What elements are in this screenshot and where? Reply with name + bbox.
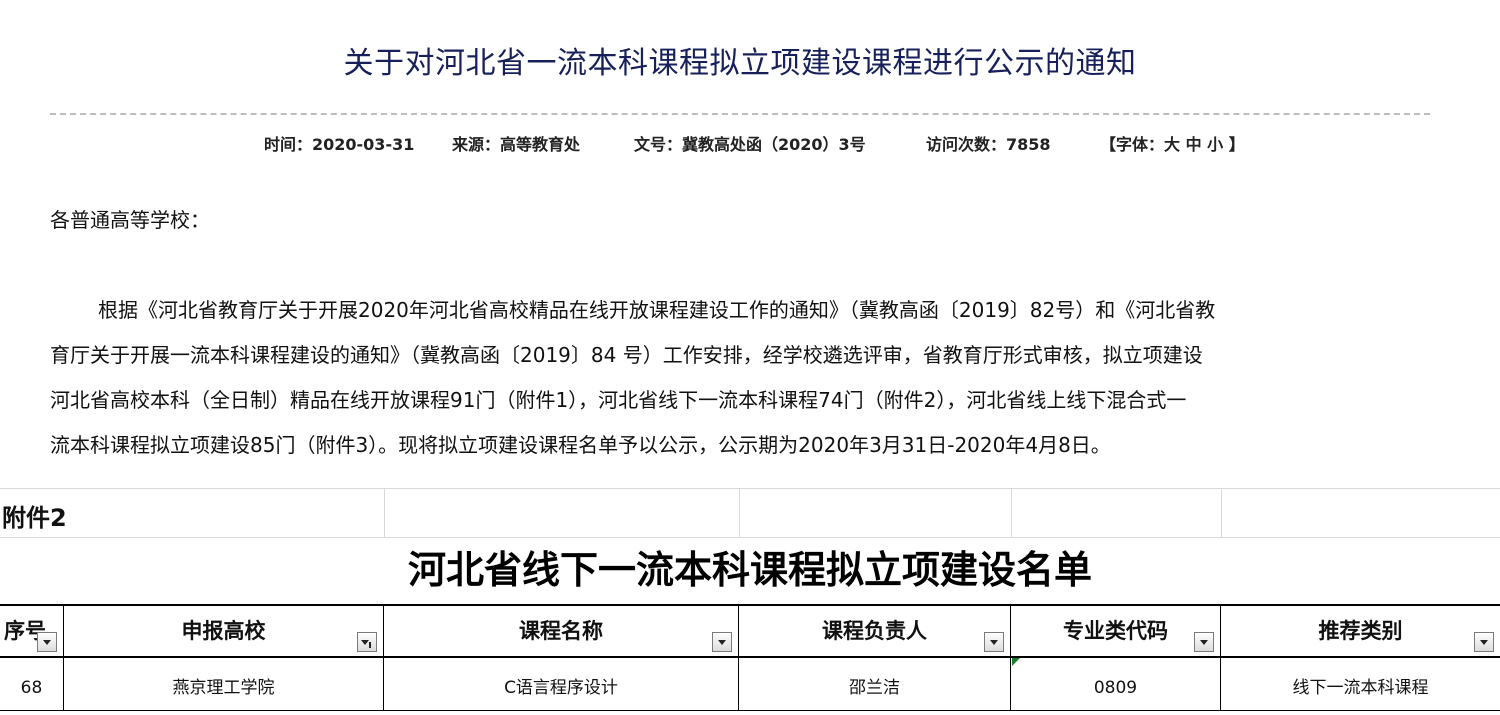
- header-label: 专业类代码: [1063, 619, 1168, 643]
- font-size-switcher[interactable]: 【字体：大 中 小 】: [1100, 131, 1245, 155]
- body-line: 育厅关于开展一流本科课程建设的通知》（冀教高函〔2019〕84 号）工作安排，经…: [50, 343, 1203, 367]
- notice-page: 关于对河北省一流本科课程拟立项建设课程进行公示的通知 时间：2020-03-31…: [0, 0, 1500, 490]
- course-table: 序号 申报高校 课程名称 课程负责人 专业类代码 推荐类别 68 燕京理工学院 …: [0, 604, 1500, 711]
- header-label: 课程负责人: [822, 619, 927, 643]
- gridline: [739, 489, 740, 537]
- cell-course[interactable]: C语言程序设计: [384, 658, 739, 710]
- table-row[interactable]: 68 燕京理工学院 C语言程序设计 邵兰洁 0809 线下一流本科课程: [0, 658, 1500, 711]
- attachment-row: 附件2: [0, 488, 1500, 538]
- title-divider: [50, 113, 1430, 115]
- header-cell-course: 课程名称: [384, 606, 739, 656]
- cell-category[interactable]: 线下一流本科课程: [1221, 658, 1500, 710]
- header-cell-leader: 课程负责人: [739, 606, 1011, 656]
- cell-comment-marker: [1012, 658, 1020, 666]
- spreadsheet: 附件2 河北省线下一流本科课程拟立项建设名单 序号 申报高校 课程名称 课程负责…: [0, 488, 1500, 715]
- header-label: 课程名称: [519, 619, 603, 643]
- body-line: 流本科课程拟立项建设85门（附件3）。现将拟立项建设课程名单予以公示，公示期为2…: [50, 433, 1111, 457]
- cell-index[interactable]: 68: [0, 658, 64, 710]
- header-cell-index: 序号: [0, 606, 64, 656]
- meta-row: 时间：2020-03-31 来源：高等教育处 文号：冀教高处函（2020）3号 …: [0, 131, 1500, 155]
- gridline: [384, 489, 385, 537]
- dropdown-filter-icon[interactable]: [37, 632, 57, 652]
- gridline: [1221, 489, 1222, 537]
- gridline: [1011, 489, 1012, 537]
- body-line: 根据《河北省教育厅关于开展2020年河北省高校精品在线开放课程建设工作的通知》（…: [98, 298, 1216, 322]
- header-label: 推荐类别: [1318, 619, 1403, 643]
- header-cell-major-code: 专业类代码: [1011, 606, 1221, 656]
- body-line: 河北省高校本科（全日制）精品在线开放课程91门（附件1），河北省线下一流本科课程…: [50, 388, 1187, 412]
- list-title: 河北省线下一流本科课程拟立项建设名单: [407, 547, 1092, 592]
- notice-body: 根据《河北省教育厅关于开展2020年河北省高校精品在线开放课程建设工作的通知》（…: [50, 288, 1450, 468]
- meta-time: 时间：2020-03-31: [264, 135, 415, 154]
- filter-applied-icon[interactable]: [357, 632, 377, 652]
- header-label: 申报高校: [181, 619, 266, 643]
- notice-title: 关于对河北省一流本科课程拟立项建设课程进行公示的通知: [343, 46, 1137, 81]
- dropdown-filter-icon[interactable]: [1474, 632, 1494, 652]
- dropdown-filter-icon[interactable]: [1194, 632, 1214, 652]
- meta-visit-count: 访问次数：7858: [926, 135, 1051, 154]
- header-cell-school: 申报高校: [64, 606, 384, 656]
- salutation: 各普通高等学校：: [50, 208, 210, 232]
- meta-source: 来源：高等教育处: [452, 135, 581, 154]
- dropdown-filter-icon[interactable]: [712, 632, 732, 652]
- dropdown-filter-icon[interactable]: [984, 632, 1004, 652]
- meta-doc-number: 文号：冀教高处函（2020）3号: [634, 135, 866, 154]
- cell-major-code[interactable]: 0809: [1011, 658, 1221, 710]
- table-header-row: 序号 申报高校 课程名称 课程负责人 专业类代码 推荐类别: [0, 606, 1500, 658]
- cell-leader[interactable]: 邵兰洁: [739, 658, 1011, 710]
- cell-school[interactable]: 燕京理工学院: [64, 658, 384, 710]
- attachment-label: 附件2: [2, 504, 67, 532]
- header-cell-category: 推荐类别: [1221, 606, 1500, 656]
